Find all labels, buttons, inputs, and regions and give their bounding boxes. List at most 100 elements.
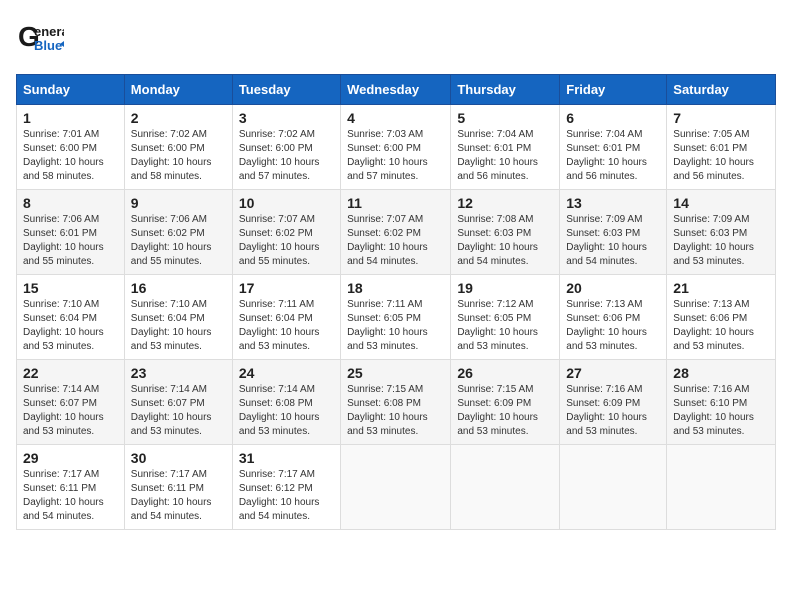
day-info: Sunrise: 7:16 AMSunset: 6:09 PMDaylight:… (566, 383, 660, 439)
day-info: Sunrise: 7:10 AMSunset: 6:04 PMDaylight:… (23, 298, 118, 354)
header-day-wednesday: Wednesday (341, 75, 451, 105)
svg-text:eneral: eneral (34, 24, 64, 39)
day-info: Sunrise: 7:10 AMSunset: 6:04 PMDaylight:… (131, 298, 226, 354)
calendar-cell: 7 Sunrise: 7:05 AMSunset: 6:01 PMDayligh… (667, 105, 776, 190)
header-day-tuesday: Tuesday (232, 75, 340, 105)
calendar-cell (560, 445, 667, 530)
day-info: Sunrise: 7:11 AMSunset: 6:05 PMDaylight:… (347, 298, 444, 354)
day-number: 11 (347, 195, 444, 211)
day-number: 15 (23, 280, 118, 296)
calendar-cell: 1 Sunrise: 7:01 AMSunset: 6:00 PMDayligh… (17, 105, 125, 190)
day-info: Sunrise: 7:17 AMSunset: 6:12 PMDaylight:… (239, 468, 334, 524)
header-day-monday: Monday (124, 75, 232, 105)
day-number: 30 (131, 450, 226, 466)
day-number: 26 (457, 365, 553, 381)
day-info: Sunrise: 7:17 AMSunset: 6:11 PMDaylight:… (23, 468, 118, 524)
day-info: Sunrise: 7:03 AMSunset: 6:00 PMDaylight:… (347, 128, 444, 184)
day-number: 23 (131, 365, 226, 381)
calendar-cell: 14 Sunrise: 7:09 AMSunset: 6:03 PMDaylig… (667, 190, 776, 275)
calendar-cell: 3 Sunrise: 7:02 AMSunset: 6:00 PMDayligh… (232, 105, 340, 190)
day-info: Sunrise: 7:09 AMSunset: 6:03 PMDaylight:… (673, 213, 769, 269)
day-info: Sunrise: 7:01 AMSunset: 6:00 PMDaylight:… (23, 128, 118, 184)
day-info: Sunrise: 7:17 AMSunset: 6:11 PMDaylight:… (131, 468, 226, 524)
day-info: Sunrise: 7:15 AMSunset: 6:09 PMDaylight:… (457, 383, 553, 439)
day-number: 7 (673, 110, 769, 126)
day-info: Sunrise: 7:02 AMSunset: 6:00 PMDaylight:… (239, 128, 334, 184)
day-number: 2 (131, 110, 226, 126)
day-number: 1 (23, 110, 118, 126)
calendar-cell: 28 Sunrise: 7:16 AMSunset: 6:10 PMDaylig… (667, 360, 776, 445)
calendar-cell: 30 Sunrise: 7:17 AMSunset: 6:11 PMDaylig… (124, 445, 232, 530)
day-number: 20 (566, 280, 660, 296)
day-info: Sunrise: 7:06 AMSunset: 6:02 PMDaylight:… (131, 213, 226, 269)
calendar-table: SundayMondayTuesdayWednesdayThursdayFrid… (16, 74, 776, 530)
calendar-cell: 10 Sunrise: 7:07 AMSunset: 6:02 PMDaylig… (232, 190, 340, 275)
calendar-cell (451, 445, 560, 530)
calendar-cell: 17 Sunrise: 7:11 AMSunset: 6:04 PMDaylig… (232, 275, 340, 360)
day-number: 19 (457, 280, 553, 296)
calendar-week-2: 8 Sunrise: 7:06 AMSunset: 6:01 PMDayligh… (17, 190, 776, 275)
calendar-cell: 27 Sunrise: 7:16 AMSunset: 6:09 PMDaylig… (560, 360, 667, 445)
day-number: 21 (673, 280, 769, 296)
svg-text:Blue: Blue (34, 38, 62, 53)
day-info: Sunrise: 7:13 AMSunset: 6:06 PMDaylight:… (566, 298, 660, 354)
day-info: Sunrise: 7:12 AMSunset: 6:05 PMDaylight:… (457, 298, 553, 354)
calendar-cell: 20 Sunrise: 7:13 AMSunset: 6:06 PMDaylig… (560, 275, 667, 360)
page-header: G eneral Blue (16, 16, 776, 64)
calendar-cell: 12 Sunrise: 7:08 AMSunset: 6:03 PMDaylig… (451, 190, 560, 275)
day-number: 3 (239, 110, 334, 126)
day-info: Sunrise: 7:07 AMSunset: 6:02 PMDaylight:… (239, 213, 334, 269)
calendar-week-1: 1 Sunrise: 7:01 AMSunset: 6:00 PMDayligh… (17, 105, 776, 190)
calendar-cell: 4 Sunrise: 7:03 AMSunset: 6:00 PMDayligh… (341, 105, 451, 190)
day-number: 12 (457, 195, 553, 211)
day-info: Sunrise: 7:13 AMSunset: 6:06 PMDaylight:… (673, 298, 769, 354)
day-number: 16 (131, 280, 226, 296)
calendar-cell: 5 Sunrise: 7:04 AMSunset: 6:01 PMDayligh… (451, 105, 560, 190)
day-info: Sunrise: 7:04 AMSunset: 6:01 PMDaylight:… (566, 128, 660, 184)
calendar-week-3: 15 Sunrise: 7:10 AMSunset: 6:04 PMDaylig… (17, 275, 776, 360)
day-info: Sunrise: 7:05 AMSunset: 6:01 PMDaylight:… (673, 128, 769, 184)
header-day-friday: Friday (560, 75, 667, 105)
calendar-cell: 9 Sunrise: 7:06 AMSunset: 6:02 PMDayligh… (124, 190, 232, 275)
day-number: 6 (566, 110, 660, 126)
day-info: Sunrise: 7:04 AMSunset: 6:01 PMDaylight:… (457, 128, 553, 184)
day-number: 4 (347, 110, 444, 126)
day-number: 18 (347, 280, 444, 296)
day-info: Sunrise: 7:06 AMSunset: 6:01 PMDaylight:… (23, 213, 118, 269)
calendar-cell: 8 Sunrise: 7:06 AMSunset: 6:01 PMDayligh… (17, 190, 125, 275)
calendar-cell: 18 Sunrise: 7:11 AMSunset: 6:05 PMDaylig… (341, 275, 451, 360)
day-number: 31 (239, 450, 334, 466)
calendar-cell: 16 Sunrise: 7:10 AMSunset: 6:04 PMDaylig… (124, 275, 232, 360)
calendar-cell: 19 Sunrise: 7:12 AMSunset: 6:05 PMDaylig… (451, 275, 560, 360)
day-info: Sunrise: 7:11 AMSunset: 6:04 PMDaylight:… (239, 298, 334, 354)
calendar-cell: 23 Sunrise: 7:14 AMSunset: 6:07 PMDaylig… (124, 360, 232, 445)
day-number: 27 (566, 365, 660, 381)
header-day-saturday: Saturday (667, 75, 776, 105)
calendar-cell (341, 445, 451, 530)
calendar-header-row: SundayMondayTuesdayWednesdayThursdayFrid… (17, 75, 776, 105)
calendar-cell: 26 Sunrise: 7:15 AMSunset: 6:09 PMDaylig… (451, 360, 560, 445)
day-number: 29 (23, 450, 118, 466)
calendar-cell: 21 Sunrise: 7:13 AMSunset: 6:06 PMDaylig… (667, 275, 776, 360)
day-info: Sunrise: 7:14 AMSunset: 6:07 PMDaylight:… (23, 383, 118, 439)
day-info: Sunrise: 7:14 AMSunset: 6:08 PMDaylight:… (239, 383, 334, 439)
day-number: 24 (239, 365, 334, 381)
calendar-cell: 2 Sunrise: 7:02 AMSunset: 6:00 PMDayligh… (124, 105, 232, 190)
day-number: 8 (23, 195, 118, 211)
day-info: Sunrise: 7:08 AMSunset: 6:03 PMDaylight:… (457, 213, 553, 269)
day-number: 10 (239, 195, 334, 211)
logo-icon: G eneral Blue (16, 16, 64, 64)
day-number: 17 (239, 280, 334, 296)
day-number: 5 (457, 110, 553, 126)
calendar-cell: 6 Sunrise: 7:04 AMSunset: 6:01 PMDayligh… (560, 105, 667, 190)
calendar-cell: 29 Sunrise: 7:17 AMSunset: 6:11 PMDaylig… (17, 445, 125, 530)
calendar-cell: 11 Sunrise: 7:07 AMSunset: 6:02 PMDaylig… (341, 190, 451, 275)
calendar-cell (667, 445, 776, 530)
day-info: Sunrise: 7:02 AMSunset: 6:00 PMDaylight:… (131, 128, 226, 184)
header-day-thursday: Thursday (451, 75, 560, 105)
calendar-cell: 24 Sunrise: 7:14 AMSunset: 6:08 PMDaylig… (232, 360, 340, 445)
day-number: 14 (673, 195, 769, 211)
calendar-cell: 22 Sunrise: 7:14 AMSunset: 6:07 PMDaylig… (17, 360, 125, 445)
calendar-week-5: 29 Sunrise: 7:17 AMSunset: 6:11 PMDaylig… (17, 445, 776, 530)
logo: G eneral Blue (16, 16, 64, 64)
